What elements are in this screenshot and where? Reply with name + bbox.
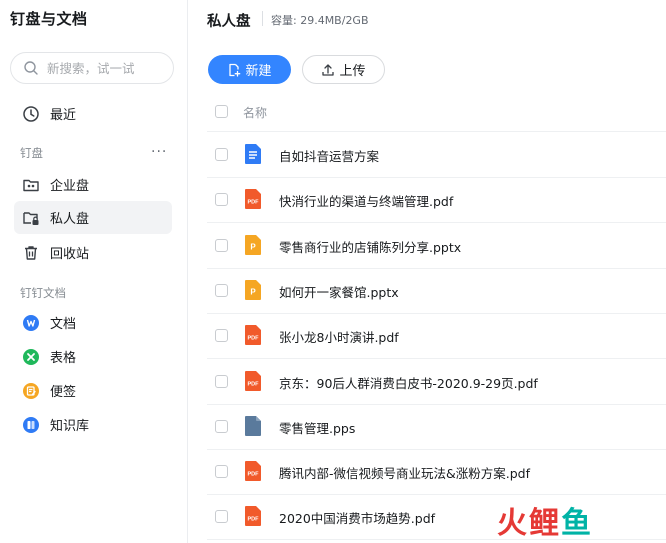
title-divider (262, 11, 263, 26)
knowledge-base-icon (22, 416, 40, 434)
sidebar-item-documents[interactable]: 文档 (14, 306, 172, 339)
sidebar-item-recycle-bin[interactable]: 回收站 (14, 236, 172, 269)
sidebar-item-label: 表格 (50, 351, 77, 366)
note-app-icon (22, 382, 40, 400)
enterprise-drive-icon (22, 176, 40, 194)
section-label-dingpan: 钉盘 (20, 146, 43, 160)
upload-icon (322, 63, 335, 76)
sidebar: 钉盘与文档 最近 钉盘 ··· 企业盘 私人盘 回收站 钉钉文档 (0, 0, 188, 543)
sidebar-item-label: 企业盘 (50, 179, 90, 194)
search-icon (23, 60, 39, 76)
new-file-icon (229, 63, 241, 77)
svg-text:P: P (250, 242, 256, 251)
watermark-char: 火 (497, 506, 529, 541)
sidebar-item-knowledge-base[interactable]: 知识库 (14, 408, 172, 441)
file-checkbox[interactable] (215, 283, 228, 297)
section-label-docs: 钉钉文档 (20, 286, 66, 300)
private-drive-icon (22, 209, 40, 227)
watermark-logo: 火 鲤 鱼 (497, 498, 593, 542)
main-panel: 私人盘 容量: 29.4MB/2GB 新建 上传 名称 自如抖音运营方案 PDF 快… (188, 0, 666, 543)
search-box[interactable] (10, 52, 174, 84)
file-checkbox[interactable] (215, 329, 228, 343)
pptx-file-icon: P (244, 234, 262, 256)
file-row[interactable]: PDF 2020中国消费市场趋势.pdf (207, 494, 666, 541)
svg-text:PDF: PDF (248, 472, 260, 478)
svg-text:PDF: PDF (248, 200, 260, 206)
capacity-text: 容量: 29.4MB/2GB (271, 14, 369, 27)
file-row[interactable]: PDF 腾讯内部-微信视频号商业玩法&涨粉方案.pdf (207, 449, 666, 496)
sidebar-item-enterprise-drive[interactable]: 企业盘 (14, 168, 172, 201)
sidebar-item-label: 回收站 (50, 247, 90, 262)
svg-text:PDF: PDF (248, 336, 260, 342)
file-name[interactable]: 零售管理.pps (279, 418, 355, 437)
file-row[interactable]: P 零售商行业的店铺陈列分享.pptx (207, 223, 666, 269)
pptx-file-icon: P (244, 279, 262, 301)
search-input[interactable] (45, 59, 169, 77)
file-name[interactable]: 京东：90后人群消费白皮书-2020.9-29页.pdf (279, 373, 538, 392)
new-button-label: 新建 (245, 63, 272, 78)
trash-icon (22, 244, 40, 262)
sidebar-item-private-drive[interactable]: 私人盘 (14, 201, 172, 234)
pdf-file-icon: PDF (244, 505, 262, 527)
watermark-char: 鲤 (529, 506, 561, 541)
pdf-file-icon: PDF (244, 460, 262, 482)
file-checkbox[interactable] (215, 238, 228, 252)
svg-text:PDF: PDF (248, 517, 260, 523)
doc-file-icon (244, 143, 262, 165)
file-checkbox[interactable] (215, 374, 228, 388)
upload-button-label: 上传 (339, 63, 366, 78)
document-app-icon (22, 314, 40, 332)
sidebar-item-recent[interactable]: 最近 (14, 97, 172, 130)
sidebar-item-label: 私人盘 (50, 212, 90, 227)
table-header: 名称 (207, 97, 666, 132)
file-row[interactable]: 自如抖音运营方案 (207, 132, 666, 178)
upload-button[interactable]: 上传 (302, 55, 385, 84)
pdf-file-icon: PDF (244, 188, 262, 210)
file-name[interactable]: 张小龙8小时演讲.pdf (279, 327, 399, 346)
file-checkbox[interactable] (215, 419, 228, 433)
sidebar-item-label: 知识库 (50, 419, 90, 434)
sidebar-item-label: 便签 (50, 385, 77, 400)
svg-text:P: P (250, 287, 256, 296)
file-name[interactable]: 2020中国消费市场趋势.pdf (279, 508, 435, 527)
pdf-file-icon: PDF (244, 324, 262, 346)
new-button[interactable]: 新建 (208, 55, 291, 84)
more-options-icon[interactable]: ··· (151, 144, 167, 160)
file-row[interactable]: P 如何开一家餐馆.pptx (207, 268, 666, 314)
file-checkbox[interactable] (215, 193, 228, 207)
sidebar-item-label: 文档 (50, 317, 77, 332)
file-name[interactable]: 腾讯内部-微信视频号商业玩法&涨粉方案.pdf (279, 463, 530, 482)
pdf-file-icon: PDF (244, 370, 262, 392)
app-title: 钉盘与文档 (10, 10, 88, 28)
file-row[interactable]: PDF 张小龙8小时演讲.pdf (207, 313, 666, 360)
clock-icon (22, 105, 40, 123)
select-all-checkbox[interactable] (215, 105, 228, 118)
file-name[interactable]: 自如抖音运营方案 (279, 146, 379, 165)
watermark-char: 鱼 (561, 506, 593, 541)
file-name[interactable]: 快消行业的渠道与终端管理.pdf (279, 191, 453, 210)
page-title: 私人盘 (207, 14, 251, 30)
svg-text:PDF: PDF (248, 381, 260, 387)
pps-file-icon (244, 415, 262, 437)
file-checkbox[interactable] (215, 148, 228, 161)
sidebar-item-label: 最近 (50, 108, 77, 123)
file-row[interactable]: PDF 快消行业的渠道与终端管理.pdf (207, 177, 666, 224)
sheet-app-icon (22, 348, 40, 366)
file-row[interactable]: PDF 京东：90后人群消费白皮书-2020.9-29页.pdf (207, 359, 666, 405)
file-checkbox[interactable] (215, 465, 228, 479)
file-row[interactable]: 零售管理.pps (207, 404, 666, 450)
file-name[interactable]: 零售商行业的店铺陈列分享.pptx (279, 237, 461, 256)
column-header-name[interactable]: 名称 (243, 104, 267, 121)
file-checkbox[interactable] (215, 510, 228, 524)
sidebar-item-notes[interactable]: 便签 (14, 374, 172, 407)
file-name[interactable]: 如何开一家餐馆.pptx (279, 282, 399, 301)
sidebar-item-sheets[interactable]: 表格 (14, 340, 172, 373)
